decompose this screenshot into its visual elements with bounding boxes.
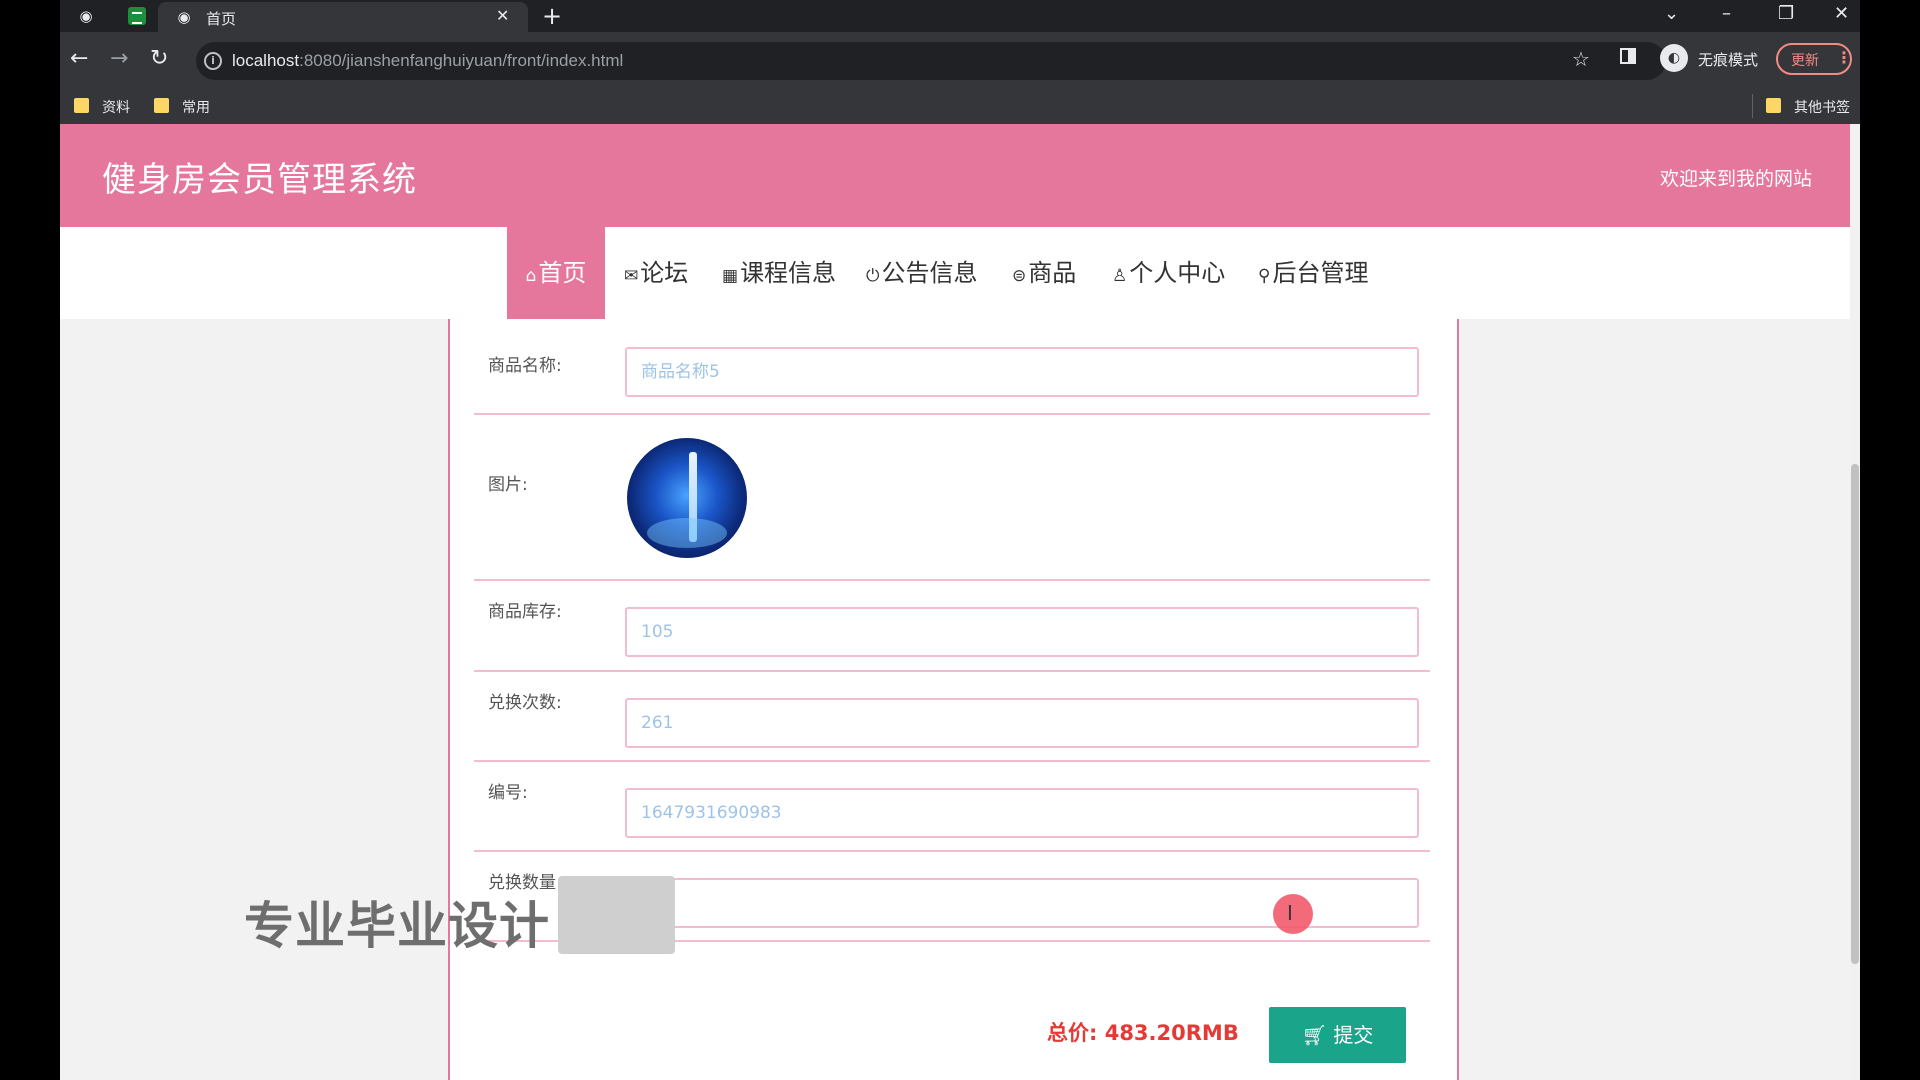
nav-notices[interactable]: ⏻公告信息 [866, 227, 977, 319]
nav-products[interactable]: ⊜商品 [1012, 227, 1076, 319]
nav-home[interactable]: ⌂首页 [507, 227, 605, 319]
submit-button[interactable]: 🛒︎ 提交 [1269, 1007, 1406, 1063]
close-window-icon[interactable]: ✕ [1834, 2, 1849, 26]
exchange-field[interactable]: 261 [625, 698, 1419, 748]
coin-icon: ⊜ [1012, 266, 1027, 286]
row-name: 商品名称: 商品名称5 [474, 319, 1430, 415]
new-tab-button[interactable]: + [542, 2, 562, 30]
tab-title: 首页 [206, 11, 237, 28]
name-label: 商品名称: [488, 356, 562, 376]
star-icon[interactable]: ☆ [1572, 47, 1590, 71]
nav-courses[interactable]: ▦课程信息 [722, 227, 836, 319]
browser-window: ◉ ◉ 首页 ✕ + ⌄ – ❐ ✕ ← → ↻ i localhost:808… [60, 0, 1860, 1080]
tab-strip: ◉ ◉ 首页 ✕ + ⌄ – ❐ ✕ [60, 0, 1860, 32]
nav-label: 个人中心 [1129, 259, 1226, 287]
bookmarks-separator [1752, 94, 1753, 118]
user-icon: ♙ [1112, 266, 1128, 286]
scrollbar-thumb[interactable] [1851, 464, 1859, 964]
sheets-icon[interactable] [128, 7, 146, 25]
product-image [627, 438, 747, 558]
bookmark-label: 常用 [182, 100, 210, 116]
bookmarks-bar: 资料 常用 其他书签 [60, 88, 1860, 124]
info-icon[interactable]: i [204, 52, 222, 70]
site-header: 健身房会员管理系统 欢迎来到我的网站 [60, 124, 1850, 227]
calendar-icon: ▦ [722, 266, 739, 286]
watermark-blur [558, 876, 675, 954]
nav-admin[interactable]: ⚲后台管理 [1258, 227, 1368, 319]
code-label: 编号: [488, 783, 528, 803]
chevron-down-icon[interactable]: ⌄ [1664, 2, 1679, 26]
exchange-label: 兑换次数: [488, 693, 562, 713]
close-icon[interactable]: ✕ [496, 6, 509, 25]
total-price: 总价: 483.20RMB [1047, 1021, 1239, 1045]
folder-icon [1766, 98, 1781, 113]
nav-label: 课程信息 [740, 259, 837, 287]
row-exchange: 兑换次数: 261 [474, 672, 1430, 762]
update-label: 更新 [1791, 53, 1819, 69]
link-icon: ⚲ [1258, 266, 1271, 286]
submit-label: 提交 [1333, 1023, 1374, 1047]
nav-forum[interactable]: ✉论坛 [624, 227, 688, 319]
url-text[interactable]: localhost:8080/jianshenfanghuiyuan/front… [232, 51, 623, 71]
nav-label: 首页 [538, 259, 587, 287]
row-image: 图片: [474, 415, 1430, 581]
nav-label: 商品 [1028, 259, 1077, 287]
bookmark-label: 资料 [102, 100, 130, 116]
side-panel-icon[interactable] [1620, 48, 1636, 64]
update-button[interactable]: 更新 ⋮ [1776, 43, 1852, 75]
tab-active[interactable]: ◉ 首页 ✕ [158, 2, 528, 32]
power-icon: ⏻ [866, 266, 880, 286]
browser-toolbar: ← → ↻ i localhost:8080/jianshenfanghuiyu… [60, 32, 1860, 88]
main-nav: ⌂首页 ✉论坛 ▦课程信息 ⏻公告信息 ⊜商品 ♙个人中心 ⚲后台管理 [60, 227, 1850, 319]
row-stock: 商品库存: 105 [474, 581, 1430, 672]
stock-field[interactable]: 105 [625, 607, 1419, 657]
watermark-text: 专业毕业设计 [244, 897, 550, 955]
row-code: 编号: 1647931690983 [474, 762, 1430, 852]
nav-profile[interactable]: ♙个人中心 [1112, 227, 1225, 319]
nav-label: 公告信息 [881, 259, 978, 287]
cursor-indicator [1273, 894, 1313, 934]
more-icon[interactable]: ⋮ [1836, 48, 1852, 67]
folder-icon [74, 98, 89, 113]
scrollbar[interactable] [1850, 124, 1860, 1080]
site-title: 健身房会员管理系统 [102, 160, 417, 200]
incognito-icon[interactable]: ◐ [1660, 44, 1688, 72]
bookmark-label: 其他书签 [1794, 100, 1850, 116]
globe-icon: ◉ [177, 8, 191, 26]
minimize-icon[interactable]: – [1722, 2, 1731, 26]
incognito-label: 无痕模式 [1698, 51, 1759, 69]
product-form: 商品名称: 商品名称5 图片: 商品库存: 105 兑换次数: 261 编号: … [448, 319, 1459, 1080]
nav-label: 后台管理 [1272, 259, 1369, 287]
image-label: 图片: [488, 475, 528, 495]
welcome-text: 欢迎来到我的网站 [1659, 168, 1812, 190]
mail-icon: ✉ [624, 266, 639, 286]
home-icon: ⌂ [525, 266, 537, 286]
restore-icon[interactable]: ❐ [1778, 2, 1794, 26]
web-page: 健身房会员管理系统 欢迎来到我的网站 ⌂首页 ✉论坛 ▦课程信息 ⏻公告信息 ⊜… [60, 124, 1860, 1080]
cart-icon: 🛒︎ [1301, 1023, 1328, 1047]
back-icon[interactable]: ← [70, 46, 88, 72]
globe-icon[interactable]: ◉ [76, 6, 96, 26]
nav-label: 论坛 [640, 259, 689, 287]
folder-icon [154, 98, 169, 113]
code-field[interactable]: 1647931690983 [625, 788, 1419, 838]
name-field[interactable]: 商品名称5 [625, 347, 1419, 397]
stock-label: 商品库存: [488, 602, 562, 622]
forward-icon[interactable]: → [110, 46, 128, 72]
reload-icon[interactable]: ↻ [150, 46, 168, 72]
